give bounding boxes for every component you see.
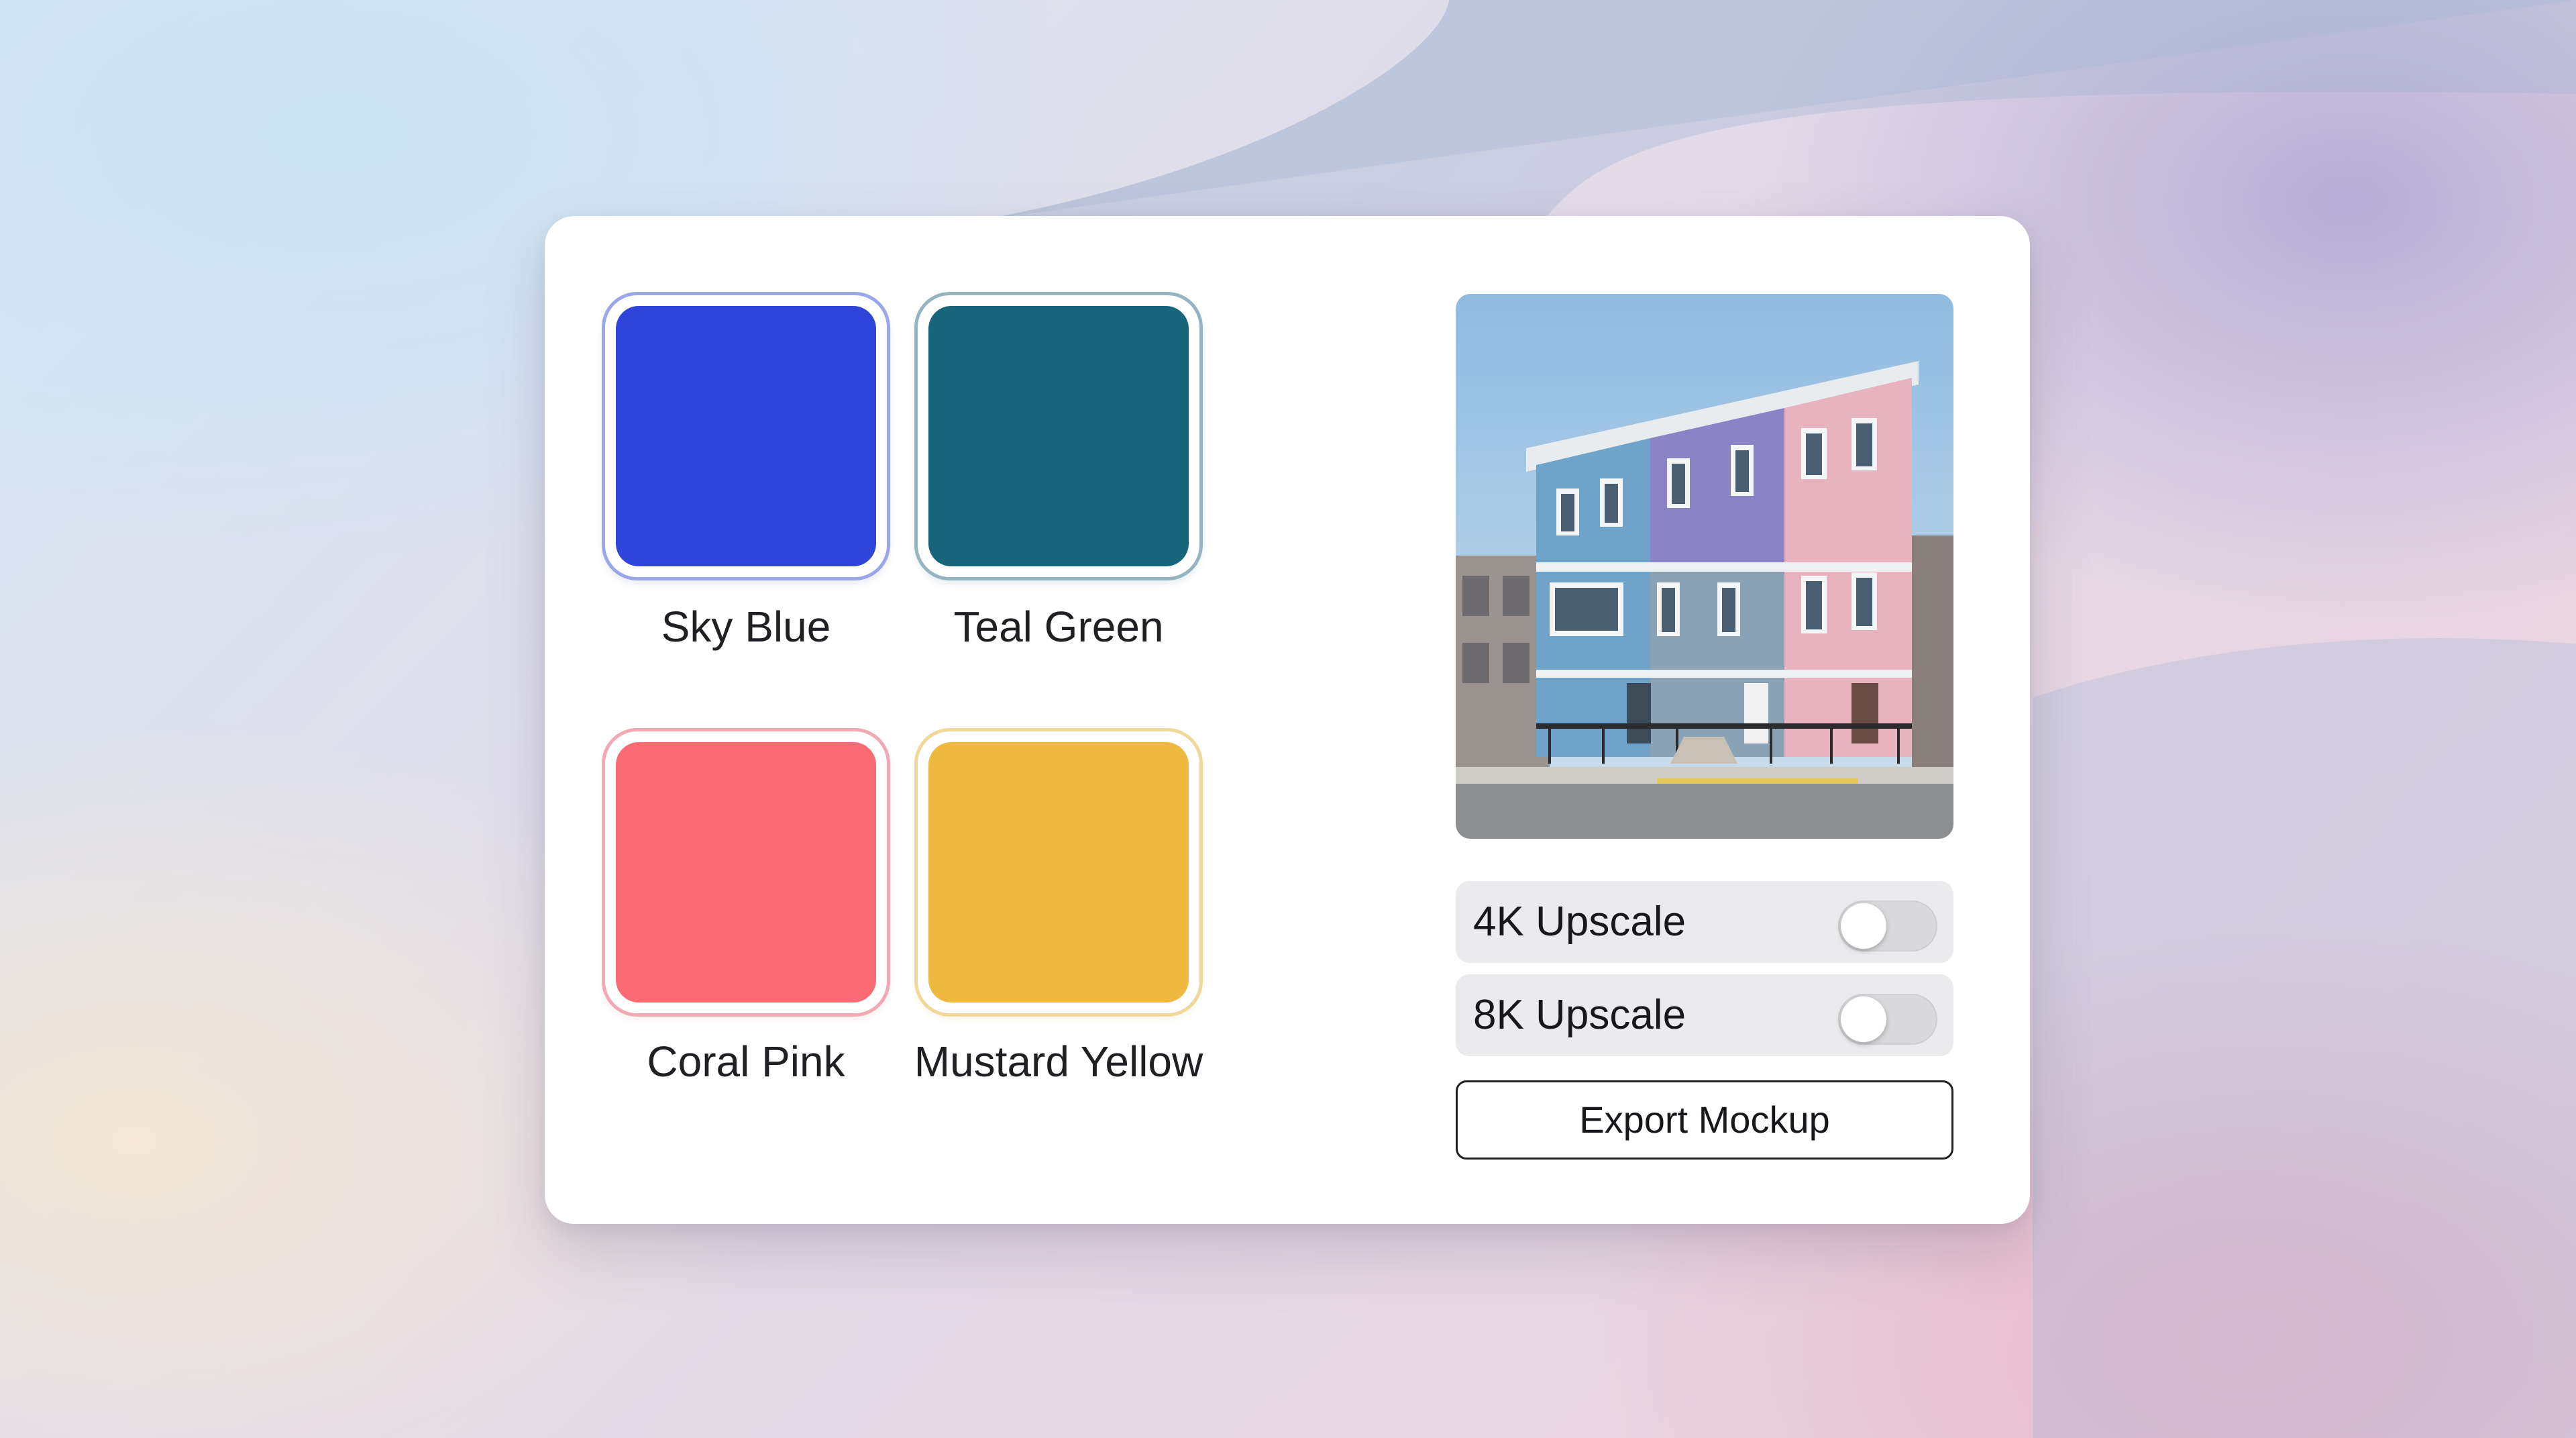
toggle-8k-label: 8K Upscale xyxy=(1473,992,1686,1038)
swatch-sky-blue-fill xyxy=(616,306,876,566)
toggle-4k-label: 4K Upscale xyxy=(1473,898,1686,945)
swatch-teal-green[interactable] xyxy=(918,295,1199,577)
toggle-4k-switch[interactable] xyxy=(1838,901,1937,952)
swatch-coral-pink-fill xyxy=(616,742,876,1003)
swatch-label-teal-green: Teal Green xyxy=(953,603,1164,651)
house-preview-image xyxy=(1456,294,1953,839)
toggle-8k-knob xyxy=(1841,996,1886,1042)
swatch-mustard-yellow[interactable] xyxy=(918,731,1199,1013)
toggle-4k-knob xyxy=(1841,903,1886,949)
swatch-teal-green-fill xyxy=(928,306,1189,566)
toggle-4k-upscale[interactable]: 4K Upscale xyxy=(1456,881,1953,963)
swatch-sky-blue[interactable] xyxy=(605,295,887,577)
house-illustration xyxy=(1456,294,1953,839)
toggle-8k-upscale[interactable]: 8K Upscale xyxy=(1456,974,1953,1056)
toggle-8k-switch[interactable] xyxy=(1838,994,1937,1045)
export-mockup-button[interactable]: Export Mockup xyxy=(1456,1080,1953,1160)
swatch-mustard-yellow-fill xyxy=(928,742,1189,1003)
swatch-label-mustard-yellow: Mustard Yellow xyxy=(914,1037,1203,1086)
swatch-coral-pink[interactable] xyxy=(605,731,887,1013)
